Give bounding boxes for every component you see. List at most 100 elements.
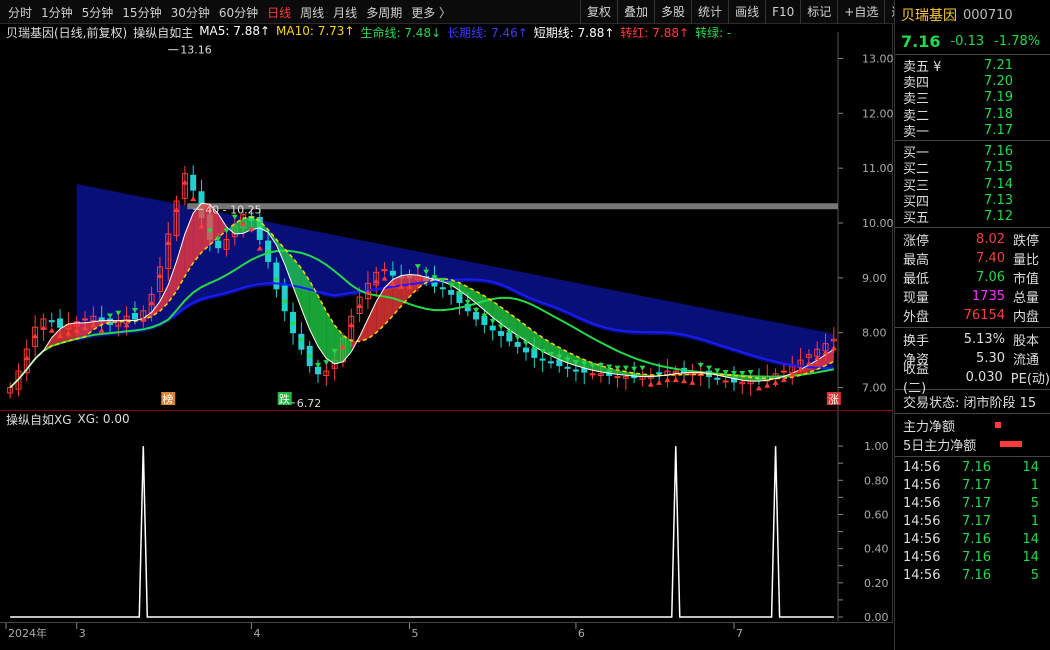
candle-body [389,270,396,276]
period-tab-1[interactable]: 1分钟 [41,4,73,21]
tool-button-1[interactable]: 叠加 [617,0,654,24]
up-arrow [755,385,762,391]
bid-row-3: 买四 7.13 [895,192,1050,210]
down-arrow [323,360,330,366]
last-price: 7.16 [901,31,941,51]
ask-price: 7.20 [984,73,1013,89]
ask-price: 7.19 [984,90,1013,106]
main-kline-chart[interactable]: 贝瑞基因(日线,前复权) 操纵自如主 MA5: 7.88↑ MA10: 7.73↑… [0,24,893,410]
stat-label: 现量 [903,290,930,306]
up-arrow [664,377,671,383]
candle-body [281,285,288,312]
tick-list: 14:56 7.16 14 14:56 7.17 1 14:56 7.17 5 14:56 7.17… [895,459,1050,585]
tool-button-3[interactable]: 统计 [691,0,728,24]
y-tick-label: 10.00 [862,217,893,230]
stat2-row-0: 换手 5.13% 股本 [895,330,1050,349]
divider [895,226,1050,228]
bid-book: 买一 7.16 买二 7.15 买三 7.14 买四 7.13 买五 7.12 [895,143,1050,226]
stat-value: 0.030 [965,369,1003,385]
indicator-svg: 0.000.200.400.600.801.00 [10,411,889,623]
candle-body [489,325,496,331]
candle-body [556,359,563,367]
sub-y-tick-label: 0.80 [864,474,889,487]
x-tick-label: 6 [578,627,585,640]
tick-volume: 14 [1022,532,1039,548]
up-arrow [656,379,663,385]
tool-button-7[interactable]: +自选 [837,0,884,24]
period-tab-6[interactable]: 日线 [267,4,291,21]
period-tab-9[interactable]: 多周期 [366,4,402,21]
period-tab-7[interactable]: 周线 [300,4,324,21]
sub-y-tick-label: 1.00 [864,440,889,453]
stats-block: 涨停 8.02 跌停 最高 7.40 量比 最低 7.06 市值 现量 1735 总量 外盘 76154 内… [895,230,1050,325]
signal-label: 跌 [279,392,290,406]
period-tab-0[interactable]: 分时 [8,4,32,21]
stat-value: 8.02 [976,231,1005,247]
tick-time: 14:56 [903,514,941,530]
stat-row-1: 最高 7.40 量比 [895,249,1050,268]
candle-body [547,361,554,364]
tick-row-2: 14:56 7.17 5 [895,495,1050,513]
stat-value: 5.30 [976,350,1005,366]
ask-price: 7.18 [984,106,1013,122]
tick-price: 7.16 [962,568,991,584]
stock-code: 000710 [963,7,1013,23]
tick-time: 14:56 [903,550,941,566]
tick-row-6: 14:56 7.16 5 [895,567,1050,585]
date-axis: 2024年345678 [0,622,893,650]
y-tick-label: 12.00 [862,107,893,120]
stat-value: 7.40 [976,250,1005,266]
tick-volume: 1 [1030,514,1039,530]
tool-button-5[interactable]: F10 [765,0,800,24]
stat-label: 最高 [903,252,930,268]
candle-body [714,377,721,380]
price-line: 7.16 -0.13 -1.78% [895,30,1050,52]
down-arrow [639,365,646,371]
candle-body [273,262,280,290]
stats-block-2: 换手 5.13% 股本 净资 5.30 流通 收益(二) 0.030 PE(动) [895,330,1050,397]
period-tab-4[interactable]: 30分钟 [171,4,210,21]
down-arrow [622,365,629,371]
main-flow-bar [995,422,1002,429]
tool-button-0[interactable]: 复权 [580,0,617,24]
price-change-pct: -1.78% [994,33,1041,49]
period-tab-2[interactable]: 5分钟 [82,4,114,21]
bid-price: 7.13 [984,193,1013,209]
y-tick-label: 7.00 [862,382,887,395]
up-arrow [772,379,779,385]
candle-body [57,318,64,328]
stat-label: 外盘 [903,309,930,325]
toolbar: 分时 1分钟 5分钟 15分钟 30分钟 60分钟 日线 周线 月线 多周期 更多 〉 复权 叠加 多股… [0,0,1050,24]
stat-label-2: 市值 [1013,271,1040,287]
down-arrow [498,324,505,330]
tick-price: 7.17 [962,514,991,530]
stat-value: 7.06 [976,269,1005,285]
tool-button-6[interactable]: 标记 [800,0,837,24]
main-flow-label: 主力净额 [903,419,956,435]
tool-button-4[interactable]: 画线 [728,0,765,24]
bid-price: 7.16 [984,144,1013,160]
candle-body [82,318,89,321]
up-arrow [190,196,197,202]
down-arrow [523,340,529,346]
period-tab-8[interactable]: 月线 [333,4,357,21]
up-arrow [764,382,771,388]
period-tab-3[interactable]: 15分钟 [122,4,161,21]
up-arrow [689,379,696,385]
candle-body [539,358,546,361]
period-tab-10[interactable]: 更多 〉 [411,4,451,21]
period-tab-5[interactable]: 60分钟 [219,4,258,21]
tick-price: 7.16 [962,532,991,548]
sub-y-tick-label: 0.20 [864,577,889,590]
candle-body [315,366,321,375]
stat2-row-2: 收益(二) 0.030 PE(动) [895,362,1050,396]
ask-row-3: 卖二 7.18 [895,106,1050,124]
tick-volume: 1 [1030,478,1039,494]
indicator-chart[interactable]: 操纵自如XG XG: 0.00 0.00 0.20 0.40 0.60 0.80 1.00 [0,410,893,623]
bid-row-1: 买二 7.15 [895,160,1050,177]
candle-body [780,370,787,373]
stat-row-0: 涨停 8.02 跌停 [895,230,1050,249]
tool-button-2[interactable]: 多股 [654,0,691,24]
stat-label: 收益(二) [903,362,930,397]
up-arrow [48,327,55,333]
